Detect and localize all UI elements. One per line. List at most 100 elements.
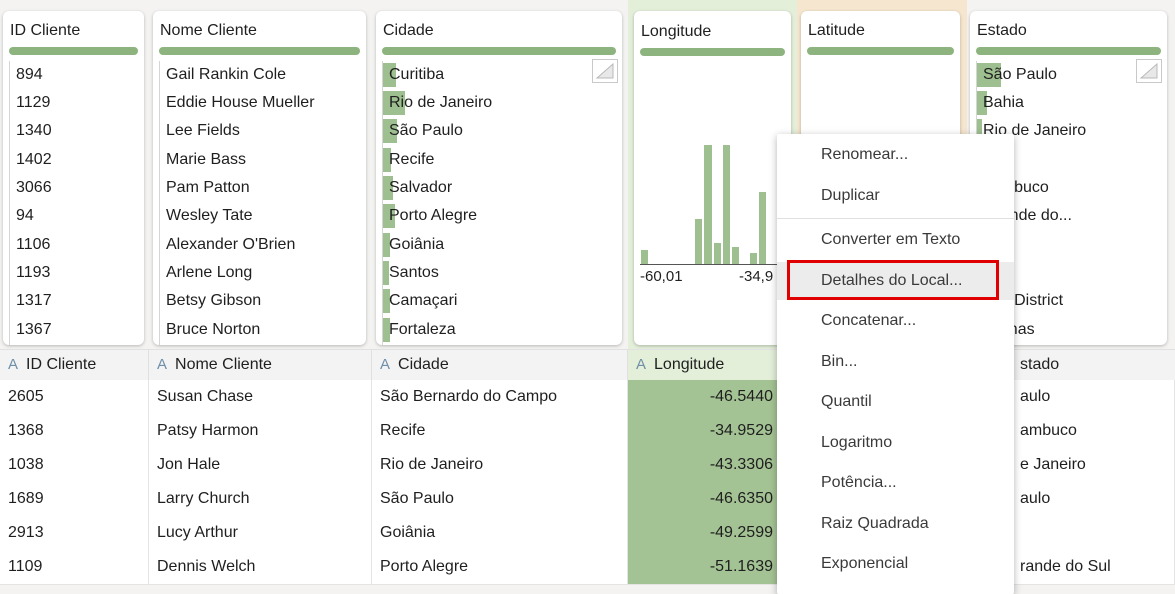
- card-completeness-bar: [976, 47, 1161, 55]
- cell-nome[interactable]: Dennis Welch: [149, 550, 372, 584]
- card-title: Estado: [977, 22, 1027, 39]
- cell-id[interactable]: 2605: [0, 380, 149, 414]
- list-item[interactable]: 1193: [10, 259, 50, 287]
- column-header-nome-cliente[interactable]: A Nome Cliente: [149, 350, 372, 380]
- cell-longitude[interactable]: -46.6350: [628, 482, 777, 516]
- cell-longitude[interactable]: -43.3306: [628, 448, 777, 482]
- histogram-bar: [713, 243, 721, 265]
- menu-item-duplicar[interactable]: Duplicar: [777, 177, 1014, 215]
- list-item[interactable]: Santos: [383, 259, 439, 287]
- menu-item-raiz-quadrada[interactable]: Raiz Quadrada: [777, 505, 1014, 543]
- cell-nome[interactable]: Lucy Arthur: [149, 516, 372, 550]
- cell-id[interactable]: 1038: [0, 448, 149, 482]
- card-value-list[interactable]: Gail Rankin Cole Eddie House Mueller Lee…: [159, 61, 360, 345]
- list-item[interactable]: 3066: [10, 174, 52, 202]
- cell-longitude[interactable]: -51.1639: [628, 550, 777, 584]
- cell-id[interactable]: 2913: [0, 516, 149, 550]
- card-cidade[interactable]: Cidade Curitiba Rio de Janeiro São Paulo…: [376, 11, 622, 345]
- cell-longitude[interactable]: -49.2599: [628, 516, 777, 550]
- menu-item-renomear[interactable]: Renomear...: [777, 136, 1014, 174]
- card-title: ID Cliente: [10, 22, 81, 39]
- cell-id[interactable]: 1689: [0, 482, 149, 516]
- cell-id[interactable]: 1109: [0, 550, 149, 584]
- list-item[interactable]: Gail Rankin Cole: [160, 61, 286, 89]
- list-item[interactable]: Porto Alegre: [383, 202, 477, 230]
- list-item[interactable]: Alexander O'Brien: [160, 231, 295, 259]
- cell-cidade[interactable]: São Paulo: [372, 482, 628, 516]
- cell-cidade[interactable]: São Bernardo do Campo: [372, 380, 628, 414]
- histogram-bar: [695, 218, 703, 265]
- list-item[interactable]: 1402: [10, 146, 52, 174]
- chart-toggle-icon[interactable]: [1136, 59, 1162, 83]
- cell-longitude[interactable]: -34.9529: [628, 414, 777, 448]
- list-item[interactable]: São Paulo: [977, 61, 1057, 89]
- list-item[interactable]: Marie Bass: [160, 146, 246, 174]
- cell-estado[interactable]: [1012, 516, 1175, 550]
- histogram-chart[interactable]: [640, 129, 785, 265]
- cell-cidade[interactable]: Recife: [372, 414, 628, 448]
- card-completeness-bar: [9, 47, 138, 55]
- menu-item-quantil[interactable]: Quantil: [777, 383, 1014, 421]
- list-item[interactable]: Curitiba: [383, 61, 444, 89]
- list-item[interactable]: Betsy Gibson: [160, 287, 261, 315]
- column-context-menu: Renomear... Duplicar Converter em Texto …: [777, 134, 1014, 594]
- cell-cidade[interactable]: Goiânia: [372, 516, 628, 550]
- column-header-longitude[interactable]: A Longitude: [628, 350, 777, 380]
- cell-nome[interactable]: Jon Hale: [149, 448, 372, 482]
- column-header-id-cliente[interactable]: A ID Cliente: [0, 350, 149, 380]
- chart-toggle-icon[interactable]: [592, 59, 618, 83]
- list-item[interactable]: 1317: [10, 287, 52, 315]
- list-item[interactable]: Bahia: [977, 89, 1024, 117]
- cell-estado[interactable]: aulo: [1012, 380, 1175, 414]
- menu-item-logaritmo[interactable]: Logaritmo: [777, 424, 1014, 462]
- column-header-estado[interactable]: stado: [1012, 350, 1175, 380]
- list-item[interactable]: Wesley Tate: [160, 202, 253, 230]
- list-item[interactable]: Salvador: [383, 174, 452, 202]
- list-item[interactable]: 894: [10, 61, 43, 89]
- list-item[interactable]: Rio de Janeiro: [383, 89, 492, 117]
- list-item[interactable]: Recife: [383, 146, 434, 174]
- list-item[interactable]: Bruce Norton: [160, 316, 260, 344]
- cell-nome[interactable]: Patsy Harmon: [149, 414, 372, 448]
- card-value-list[interactable]: 894 1129 1340 1402 3066 94 1106 1193 131…: [9, 61, 138, 345]
- list-item[interactable]: São Paulo: [383, 117, 463, 145]
- menu-item-bin[interactable]: Bin...: [777, 343, 1014, 381]
- cell-nome[interactable]: Susan Chase: [149, 380, 372, 414]
- cell-estado[interactable]: rande do Sul: [1012, 550, 1175, 584]
- card-completeness-bar: [159, 47, 360, 55]
- cell-cidade[interactable]: Rio de Janeiro: [372, 448, 628, 482]
- histogram-axis: [640, 264, 785, 265]
- list-item[interactable]: Goiânia: [383, 231, 444, 259]
- menu-item-converter-em-texto[interactable]: Converter em Texto: [777, 221, 1014, 259]
- cell-estado[interactable]: e Janeiro: [1012, 448, 1175, 482]
- column-header-cidade[interactable]: A Cidade: [372, 350, 628, 380]
- list-item[interactable]: 1367: [10, 316, 52, 344]
- cell-id[interactable]: 1368: [0, 414, 149, 448]
- list-item[interactable]: Arlene Long: [160, 259, 252, 287]
- list-item[interactable]: 1106: [10, 231, 50, 259]
- menu-item-concatenar[interactable]: Concatenar...: [777, 302, 1014, 340]
- card-id-cliente[interactable]: ID Cliente 894 1129 1340 1402 3066 94 11…: [3, 11, 144, 345]
- list-item[interactable]: Camaçari: [383, 287, 457, 315]
- text-type-icon: A: [380, 356, 391, 373]
- list-item[interactable]: 94: [10, 202, 34, 230]
- card-completeness-bar: [640, 48, 785, 56]
- list-item[interactable]: Fortaleza: [383, 316, 456, 344]
- chart-toggle-glyph: [595, 62, 614, 79]
- cell-nome[interactable]: Larry Church: [149, 482, 372, 516]
- list-item[interactable]: 1340: [10, 117, 52, 145]
- cell-cidade[interactable]: Porto Alegre: [372, 550, 628, 584]
- list-item[interactable]: Pam Patton: [160, 174, 250, 202]
- list-item[interactable]: 1129: [10, 89, 50, 117]
- cell-estado[interactable]: aulo: [1012, 482, 1175, 516]
- card-value-list[interactable]: Curitiba Rio de Janeiro São Paulo Recife…: [382, 61, 616, 345]
- menu-item-potencia[interactable]: Potência...: [777, 464, 1014, 502]
- list-item[interactable]: Eddie House Mueller: [160, 89, 315, 117]
- card-nome-cliente[interactable]: Nome Cliente Gail Rankin Cole Eddie Hous…: [153, 11, 366, 345]
- cell-longitude[interactable]: -46.5440: [628, 380, 777, 414]
- card-longitude[interactable]: Longitude -60,01 -34,9: [634, 11, 791, 345]
- cell-estado[interactable]: ambuco: [1012, 414, 1175, 448]
- axis-mid-label: -34,9: [739, 268, 774, 285]
- list-item[interactable]: Lee Fields: [160, 117, 240, 145]
- menu-item-exponencial[interactable]: Exponencial: [777, 545, 1014, 583]
